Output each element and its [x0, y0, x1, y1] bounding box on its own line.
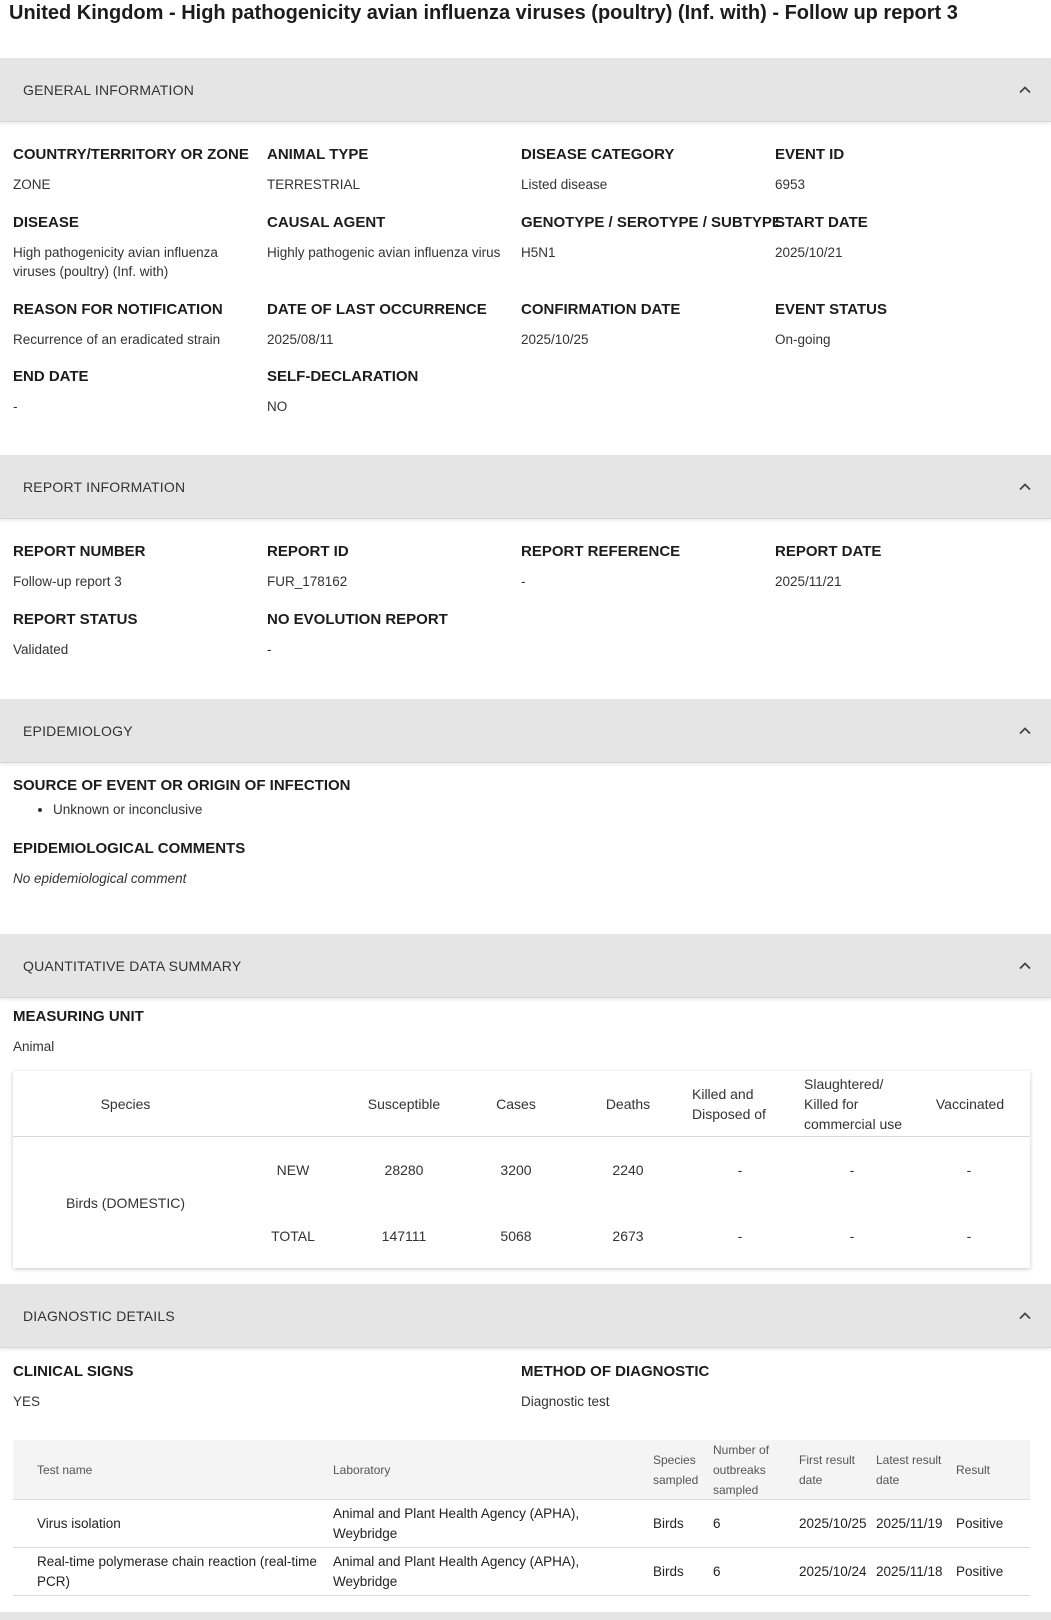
cell-latest-result: 2025/11/19: [876, 1516, 943, 1531]
cell-outbreaks: 6: [713, 1516, 721, 1531]
cell-killed: -: [737, 1228, 743, 1244]
cell-killed: -: [737, 1162, 743, 1178]
field-event-status: EVENT STATUS On-going: [775, 301, 887, 347]
field-source-of-event: SOURCE OF EVENT OR ORIGIN OF INFECTION U…: [13, 777, 513, 817]
field-reason: REASON FOR NOTIFICATION Recurrence of an…: [13, 301, 223, 347]
chevron-up-icon[interactable]: [1017, 82, 1033, 98]
field-disease-category: DISEASE CATEGORY Listed disease: [521, 146, 675, 192]
section-header-report[interactable]: REPORT INFORMATION: [0, 455, 1051, 519]
col-laboratory: Laboratory: [333, 1463, 391, 1477]
cell-cases: 3200: [500, 1162, 532, 1178]
col-deaths: Deaths: [605, 1096, 651, 1112]
quantitative-table: Species Susceptible Cases Deaths Killed …: [13, 1071, 1030, 1268]
field-epidemiological-comments: EPIDEMIOLOGICAL COMMENTS No epidemiologi…: [13, 840, 246, 886]
section-title: EPIDEMIOLOGY: [23, 722, 133, 739]
section-header-diagnostic[interactable]: DIAGNOSTIC DETAILS: [0, 1284, 1051, 1348]
row-type: TOTAL: [271, 1228, 315, 1244]
cell-first-result: 2025/10/25: [799, 1516, 867, 1531]
field-clinical-signs: CLINICAL SIGNS YES: [13, 1363, 134, 1409]
field-start-date: START DATE 2025/10/21: [775, 214, 868, 260]
col-result: Result: [956, 1463, 991, 1477]
field-report-date: REPORT DATE 2025/11/21: [775, 543, 882, 589]
list-item: Unknown or inconclusive: [53, 802, 513, 817]
cell-test-name: Virus isolation: [37, 1516, 121, 1531]
col-species: Species: [100, 1096, 151, 1112]
cell-slaughtered: -: [849, 1228, 855, 1244]
field-report-reference: REPORT REFERENCE -: [521, 543, 681, 589]
col-test-name: Test name: [37, 1463, 93, 1477]
section-title: QUANTITATIVE DATA SUMMARY: [23, 957, 242, 974]
field-genotype: GENOTYPE / SEROTYPE / SUBTYPE H5N1: [521, 214, 782, 260]
cell-deaths: 2240: [612, 1162, 644, 1178]
chevron-up-icon[interactable]: [1017, 479, 1033, 495]
field-self-declaration: SELF-DECLARATION NO: [267, 368, 419, 414]
col-first-result: First result date: [799, 1453, 856, 1487]
cell-deaths: 2673: [612, 1228, 644, 1244]
species-name: Birds (DOMESTIC): [66, 1195, 185, 1211]
cell-laboratory: Animal and Plant Health Agency (APHA), W…: [333, 1506, 580, 1541]
col-cases: Cases: [496, 1096, 536, 1112]
section-header-epidemiology[interactable]: EPIDEMIOLOGY: [0, 699, 1051, 763]
field-animal-type: ANIMAL TYPE TERRESTRIAL: [267, 146, 369, 192]
cell-susceptible: 28280: [384, 1162, 424, 1178]
cell-result: Positive: [956, 1564, 1004, 1579]
source-list: Unknown or inconclusive: [13, 802, 513, 817]
col-latest-result: Latest result date: [876, 1453, 942, 1487]
field-causal-agent: CAUSAL AGENT Highly pathogenic avian inf…: [267, 214, 501, 260]
row-type: NEW: [276, 1162, 310, 1178]
table-row: Virus isolation Animal and Plant Health …: [13, 1500, 1030, 1548]
cell-cases: 5068: [500, 1228, 532, 1244]
field-event-id: EVENT ID 6953: [775, 146, 845, 192]
page-title: United Kingdom - High pathogenicity avia…: [9, 2, 958, 24]
col-slaughtered: Slaughtered/ Killed for commercial use: [804, 1076, 903, 1132]
field-last-occurrence: DATE OF LAST OCCURRENCE 2025/08/11: [267, 301, 487, 347]
section-title: DIAGNOSTIC DETAILS: [23, 1307, 175, 1324]
cell-laboratory: Animal and Plant Health Agency (APHA), W…: [333, 1554, 580, 1589]
field-report-number: REPORT NUMBER Follow-up report 3: [13, 543, 146, 589]
next-section-edge: [0, 1612, 1051, 1620]
chevron-up-icon[interactable]: [1017, 958, 1033, 974]
field-measuring-unit: MEASURING UNIT Animal: [13, 1008, 144, 1054]
field-disease: DISEASE High pathogenicity avian influen…: [13, 214, 218, 279]
field-no-evolution: NO EVOLUTION REPORT -: [267, 611, 448, 657]
chevron-up-icon[interactable]: [1017, 1308, 1033, 1324]
col-susceptible: Susceptible: [367, 1096, 441, 1112]
field-report-id: REPORT ID FUR_178162: [267, 543, 349, 589]
cell-result: Positive: [956, 1516, 1004, 1531]
cell-species: Birds: [653, 1516, 684, 1531]
col-killed: Killed and Disposed of: [692, 1086, 766, 1122]
col-species-sampled: Species sampled: [653, 1453, 699, 1487]
field-end-date: END DATE -: [13, 368, 89, 414]
section-title: GENERAL INFORMATION: [23, 81, 195, 98]
field-report-status: REPORT STATUS Validated: [13, 611, 138, 657]
field-country-zone: COUNTRY/TERRITORY OR ZONE ZONE: [13, 146, 249, 192]
section-header-general[interactable]: GENERAL INFORMATION: [0, 58, 1051, 122]
cell-vaccinated: -: [966, 1162, 972, 1178]
cell-vaccinated: -: [966, 1228, 972, 1244]
chevron-up-icon[interactable]: [1017, 723, 1033, 739]
cell-susceptible: 147111: [381, 1228, 427, 1244]
section-header-quantitative[interactable]: QUANTITATIVE DATA SUMMARY: [0, 934, 1051, 998]
table-row: Real-time polymerase chain reaction (rea…: [13, 1548, 1030, 1596]
field-method-of-diagnostic: METHOD OF DIAGNOSTIC Diagnostic test: [521, 1363, 710, 1409]
section-title: REPORT INFORMATION: [23, 478, 186, 495]
field-confirmation-date: CONFIRMATION DATE 2025/10/25: [521, 301, 681, 347]
col-outbreaks-sampled: Number of outbreaks sampled: [713, 1443, 770, 1497]
cell-outbreaks: 6: [713, 1564, 721, 1579]
table-header: Species Susceptible Cases Deaths Killed …: [13, 1071, 1030, 1137]
cell-first-result: 2025/10/24: [799, 1564, 867, 1579]
cell-test-name: Real-time polymerase chain reaction (rea…: [37, 1554, 317, 1589]
cell-species: Birds: [653, 1564, 684, 1579]
cell-latest-result: 2025/11/18: [876, 1564, 943, 1579]
col-vaccinated: Vaccinated: [935, 1096, 1005, 1112]
diagnostic-table-header: Test name Laboratory Species sampled Num…: [13, 1440, 1030, 1500]
cell-slaughtered: -: [849, 1162, 855, 1178]
